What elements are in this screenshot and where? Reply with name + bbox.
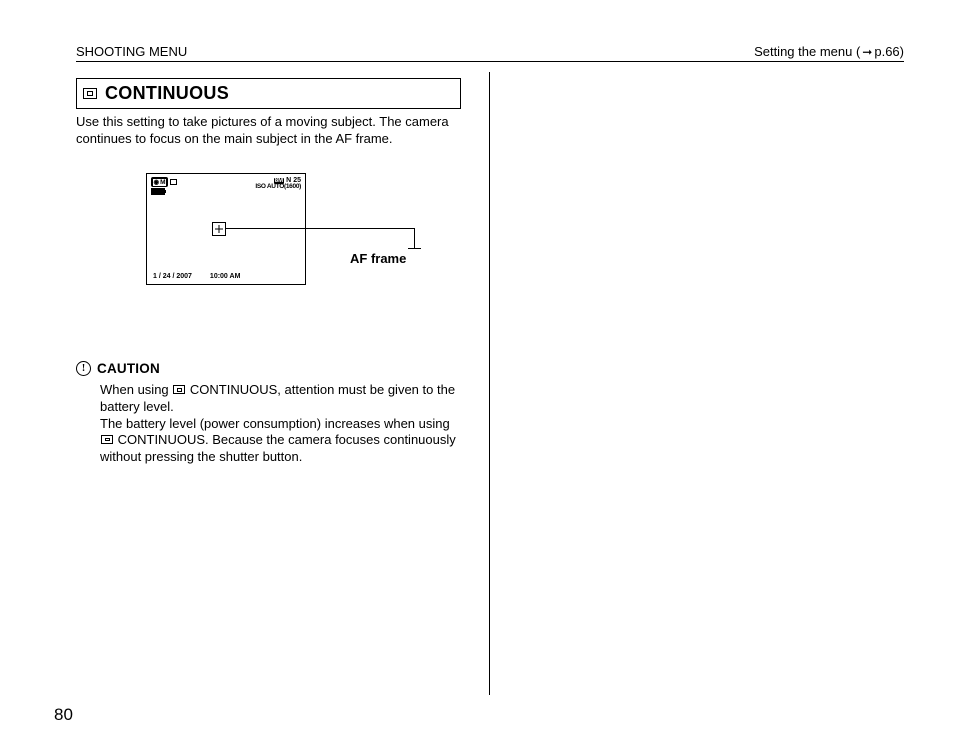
caution-body: When using CONTINUOUS, attention must be… [100, 382, 461, 465]
header-left: SHOOTING MENU [76, 44, 187, 59]
callout-line-vertical [414, 228, 415, 248]
content-columns: CONTINUOUS Use this setting to take pict… [76, 72, 904, 695]
callout-line-horizontal [226, 228, 414, 229]
section-title-box: CONTINUOUS [76, 78, 461, 109]
lcd-top-left: ◉M [151, 177, 177, 187]
header-right-prefix: Setting the menu ( [754, 44, 860, 59]
lcd-screen: ◉M 8M N 25 ISO AUTO(1600) [146, 173, 306, 285]
caution-line2a: The battery level (power consumption) in… [100, 416, 450, 431]
battery-icon [151, 188, 165, 195]
lcd-time: 10:00 AM [210, 273, 240, 280]
af-frame-marker [212, 222, 226, 236]
caution-icon: ! [76, 361, 91, 376]
arrow-right-icon: ➞ [862, 45, 872, 59]
page-number: 80 [54, 705, 73, 725]
tiny-mode-icon [170, 179, 177, 185]
continuous-mode-icon [83, 88, 97, 99]
caution-line1a: When using [100, 382, 172, 397]
header-right-page: p.66) [874, 44, 904, 59]
mode-badge: ◉M [151, 177, 168, 187]
section-title: CONTINUOUS [105, 83, 229, 104]
callout-line-foot [408, 248, 421, 249]
caution-line2b: CONTINUOUS. Because the camera focuses c… [100, 432, 456, 464]
lcd-bottom-row: 1 / 24 / 2007 10:00 AM [153, 273, 240, 280]
left-column: CONTINUOUS Use this setting to take pict… [76, 72, 490, 695]
header-right: Setting the menu (➞p.66) [754, 44, 904, 59]
lcd-date: 1 / 24 / 2007 [153, 273, 192, 280]
page-header: SHOOTING MENU Setting the menu (➞p.66) [76, 44, 904, 62]
caution-header: ! CAUTION [76, 361, 461, 376]
continuous-inline-icon [101, 435, 113, 444]
caution-title: CAUTION [97, 361, 160, 376]
iso-readout: ISO AUTO(1600) [255, 184, 301, 191]
right-column [490, 72, 904, 695]
af-frame-label: AF frame [350, 251, 406, 266]
lcd-illustration: ◉M 8M N 25 ISO AUTO(1600) [146, 173, 446, 313]
lcd-top-right: 8M N 25 ISO AUTO(1600) [255, 177, 301, 191]
continuous-inline-icon [173, 385, 185, 394]
section-paragraph: Use this setting to take pictures of a m… [76, 114, 461, 147]
